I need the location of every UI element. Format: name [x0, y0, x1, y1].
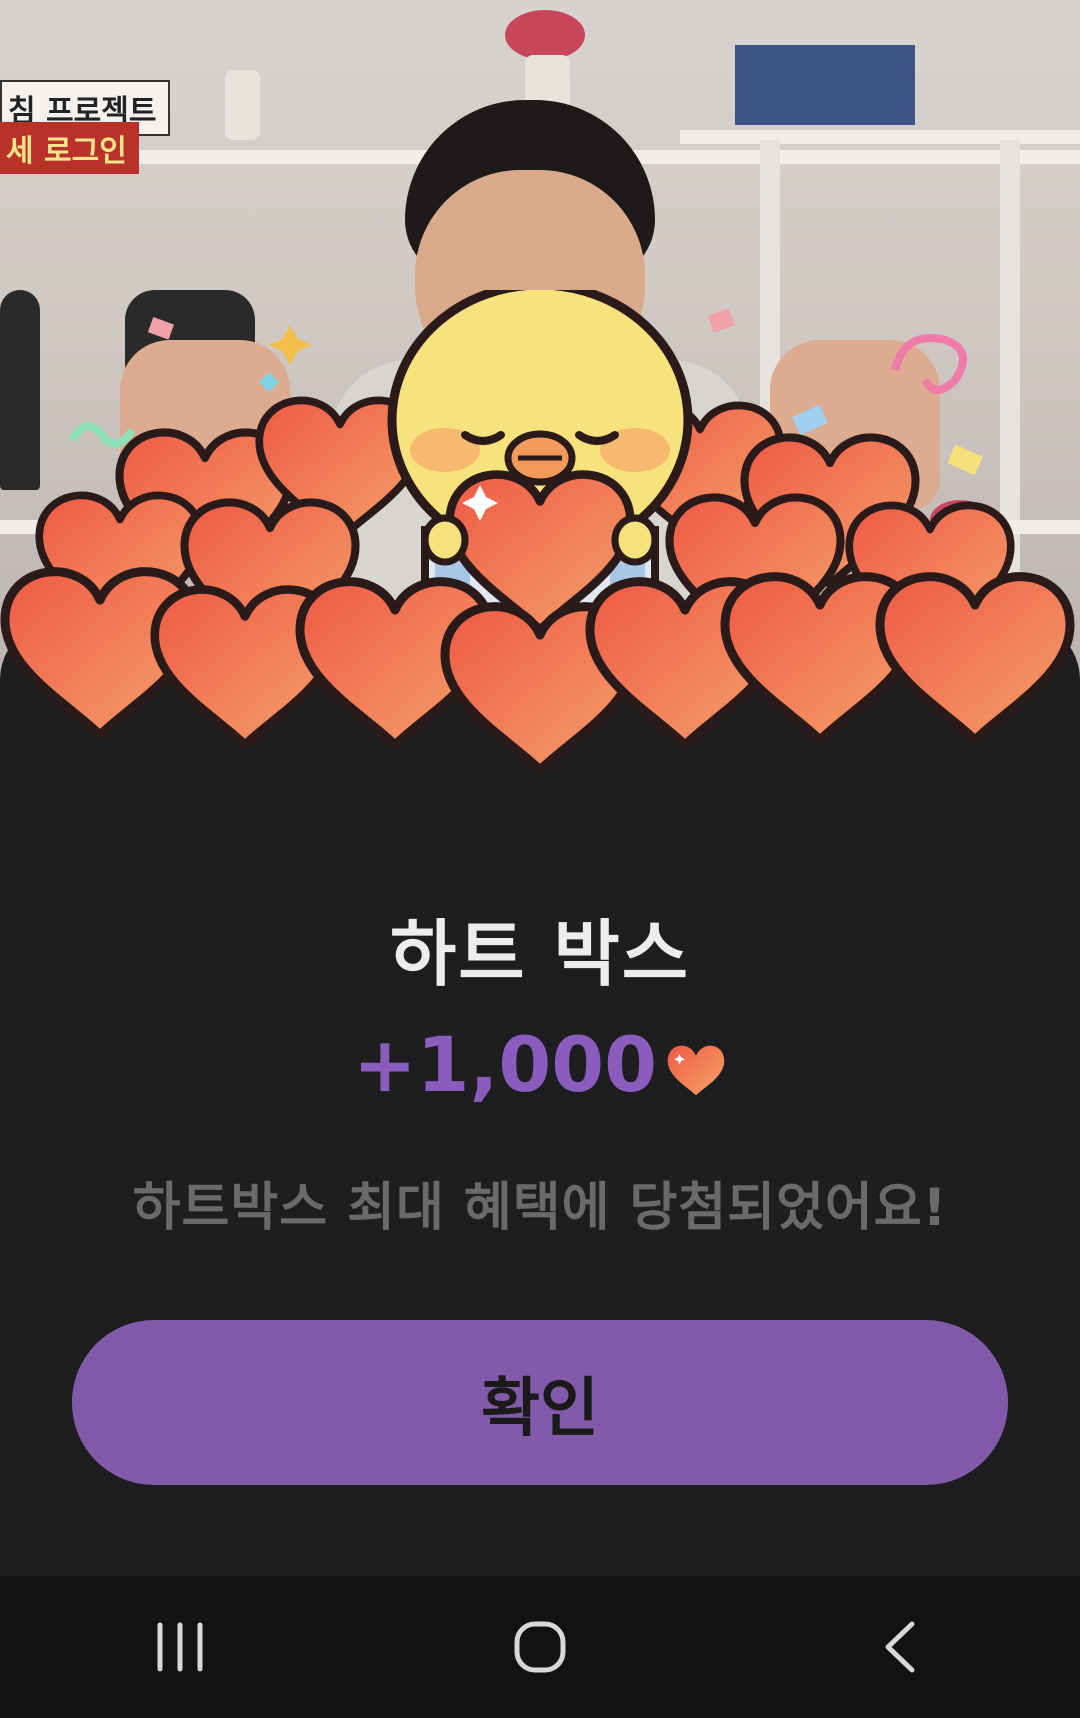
- dialog-message: 하트박스 최대 혜택에 당첨되었어요!: [132, 1178, 948, 1238]
- system-navigation-bar: [0, 1576, 1080, 1718]
- back-button[interactable]: [840, 1597, 960, 1697]
- screen: 침 프로젝트 세 로그인 하트 박스 +1,000 하트박스 최대 혜택에 당첨…: [0, 0, 1080, 1718]
- video-caption-bottom: 세 로그인: [0, 122, 139, 174]
- confirm-button[interactable]: 확인: [72, 1320, 1008, 1485]
- heart-box-illustration: [0, 290, 1080, 810]
- dialog-title: 하트 박스: [389, 912, 691, 996]
- home-icon: [514, 1621, 566, 1673]
- recent-apps-icon: [157, 1622, 203, 1672]
- back-icon: [885, 1621, 915, 1673]
- reward-amount-row: +1,000: [0, 1020, 1080, 1115]
- recent-apps-button[interactable]: [120, 1597, 240, 1697]
- heart-icon: [665, 1026, 727, 1115]
- reward-amount: +1,000: [352, 1020, 658, 1109]
- home-button[interactable]: [480, 1597, 600, 1697]
